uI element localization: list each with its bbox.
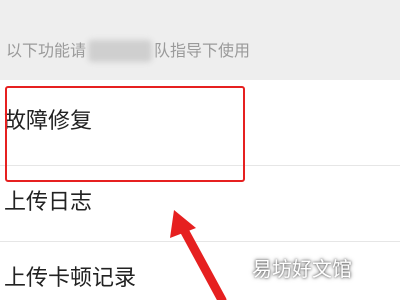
- watermark: 易坊好文馆: [252, 257, 352, 281]
